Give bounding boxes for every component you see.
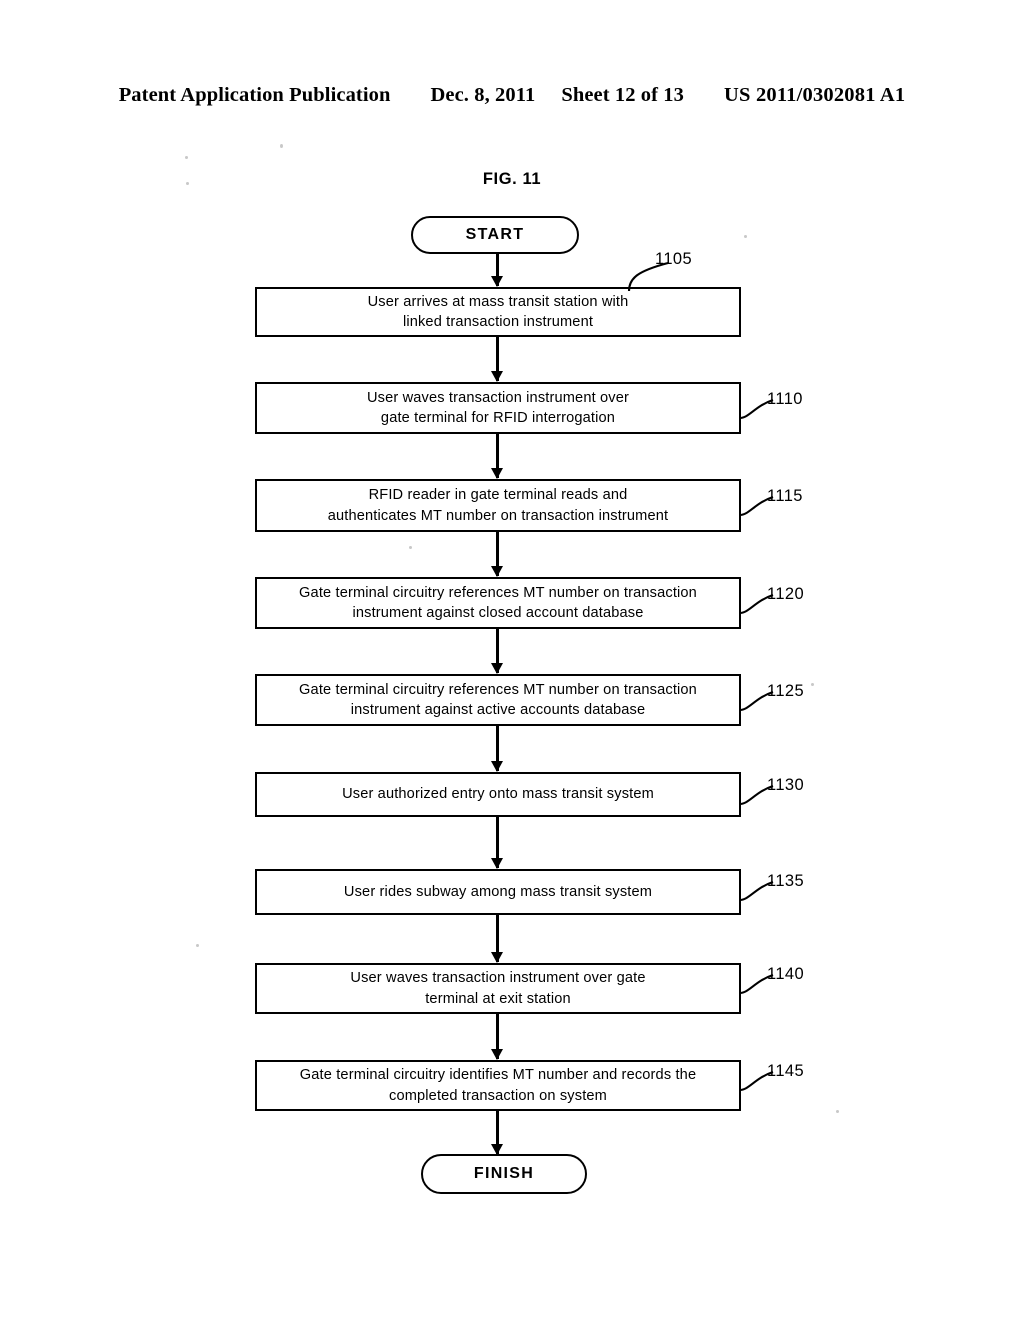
ref-label-1110: 1110	[767, 390, 803, 408]
scan-speckle	[836, 1110, 839, 1113]
connector-1145-to-finish	[491, 1111, 502, 1155]
connector-1115-to-1120	[491, 532, 502, 577]
process-box-1145: Gate terminal circuitry identifies MT nu…	[255, 1060, 741, 1111]
scan-speckle	[409, 546, 412, 549]
connector-1140-to-1145	[491, 1014, 502, 1060]
ref-label-1115: 1115	[767, 487, 803, 505]
flowchart-start-terminal: START	[411, 216, 579, 254]
scan-speckle	[196, 944, 199, 947]
process-1125-line2: instrument against active accounts datab…	[350, 702, 646, 718]
process-box-1125: Gate terminal circuitry references MT nu…	[255, 674, 741, 726]
connector-1110-to-1115	[491, 434, 502, 479]
process-1110-line2: gate terminal for RFID interrogation	[380, 410, 616, 426]
ref-label-1105: 1105	[655, 250, 693, 268]
process-1110-line1: User waves transaction instrument over	[366, 389, 629, 406]
process-1115-line1: RFID reader in gate terminal reads and	[368, 487, 628, 504]
ref-label-1120: 1120	[767, 585, 805, 603]
process-box-1120: Gate terminal circuitry references MT nu…	[255, 577, 741, 629]
process-box-1105: User arrives at mass transit station wit…	[255, 287, 741, 337]
process-box-1130: User authorized entry onto mass transit …	[255, 772, 741, 817]
connector-1125-to-1130	[491, 726, 502, 772]
process-1105-line2: linked transaction instrument	[402, 314, 594, 330]
process-1120-line1: Gate terminal circuitry references MT nu…	[299, 584, 697, 601]
process-1140-line1: User waves transaction instrument over g…	[350, 970, 646, 987]
process-box-1140: User waves transaction instrument over g…	[255, 963, 741, 1014]
scan-speckle	[185, 156, 188, 159]
connector-1130-to-1135	[491, 817, 502, 869]
ref-label-1125: 1125	[767, 682, 805, 700]
connector-start-to-1105	[491, 254, 502, 287]
process-1145-line1: Gate terminal circuitry identifies MT nu…	[299, 1067, 697, 1084]
finish-terminal-label: FINISH	[473, 1165, 535, 1182]
start-terminal-label: START	[465, 226, 525, 243]
scan-speckle	[744, 235, 747, 238]
flowchart-finish-terminal: FINISH	[421, 1154, 587, 1194]
scan-speckle	[186, 182, 189, 185]
process-1105-line1: User arrives at mass transit station wit…	[367, 293, 629, 310]
process-box-1110: User waves transaction instrument over g…	[255, 382, 741, 434]
process-box-1115: RFID reader in gate terminal reads and a…	[255, 479, 741, 532]
scan-speckle	[280, 144, 283, 148]
ref-label-1145: 1145	[767, 1062, 805, 1080]
scan-speckle	[811, 683, 814, 686]
process-1125-line1: Gate terminal circuitry references MT nu…	[299, 681, 697, 698]
connector-1105-to-1110	[491, 337, 502, 382]
figure-title: FIG. 11	[482, 170, 542, 188]
ref-label-1130: 1130	[767, 776, 805, 794]
process-1145-line2: completed transaction on system	[389, 1087, 607, 1104]
process-1135-line1: User rides subway among mass transit sys…	[343, 883, 653, 900]
process-1140-line2: terminal at exit station	[425, 990, 571, 1007]
connector-1120-to-1125	[491, 629, 502, 674]
ref-label-1140: 1140	[767, 965, 805, 983]
process-1130-line1: User authorized entry onto mass transit …	[342, 786, 654, 803]
ref-label-1135: 1135	[767, 872, 805, 890]
process-1120-line2: instrument against closed account databa…	[352, 605, 644, 621]
flowchart-figure: FIG. 11 START User arrives at mass trans…	[0, 0, 1024, 1320]
process-1115-line2: authenticates MT number on transaction i…	[327, 507, 669, 524]
process-box-1135: User rides subway among mass transit sys…	[255, 869, 741, 915]
connector-1135-to-1140	[491, 915, 502, 963]
